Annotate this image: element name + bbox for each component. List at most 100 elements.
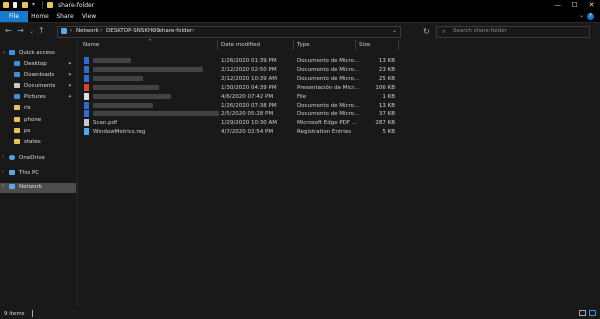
minimize-button[interactable]: — xyxy=(549,0,566,11)
file-date: 2/5/2020 05:28 PM xyxy=(221,111,274,118)
item-count: 9 items xyxy=(4,311,25,317)
chevron-down-icon[interactable]: ⌄ xyxy=(2,49,6,55)
nav-ris[interactable]: ris xyxy=(0,104,76,114)
search-placeholder: Search share-folder xyxy=(453,28,507,34)
file-icon xyxy=(84,83,89,91)
nav-downloads[interactable]: Downloads ✦ xyxy=(0,71,76,81)
file-icon xyxy=(84,57,89,64)
file-row[interactable]: 2/5/2020 05:28 PM Documento de Micro... 37… xyxy=(78,110,398,119)
file-date: 2/12/2020 02:50 PM xyxy=(221,66,277,73)
file-date: 4/7/2020 02:54 PM xyxy=(221,129,274,136)
nav-network[interactable]: › Network xyxy=(0,183,76,193)
column-header-size[interactable]: Size xyxy=(359,42,370,48)
help-icon[interactable]: ? xyxy=(587,13,594,20)
properties-icon[interactable] xyxy=(13,2,17,8)
nav-quick-access[interactable]: ⌄ Quick access xyxy=(0,49,76,59)
up-icon[interactable]: ↑ xyxy=(38,26,45,35)
nav-states[interactable]: states xyxy=(0,138,76,148)
nav-label: Quick access xyxy=(19,50,55,56)
file-type: Documento de Micro... xyxy=(297,102,360,109)
status-divider xyxy=(32,310,33,317)
recent-locations-icon[interactable]: ⌄ xyxy=(29,28,34,35)
nav-pictures[interactable]: Pictures ✦ xyxy=(0,93,76,103)
file-row[interactable]: WindowMetrics.reg 4/7/2020 02:54 PM Regist… xyxy=(78,128,398,137)
file-size: 287 KB xyxy=(375,120,395,127)
redacted-filename xyxy=(93,75,143,81)
chevron-right-icon[interactable]: › xyxy=(2,154,4,160)
file-type: Documento de Micro... xyxy=(297,75,360,82)
file-size: 23 KB xyxy=(378,66,395,73)
breadcrumb-desktop[interactable]: DESKTOP-SNSKHO9 xyxy=(106,28,160,34)
column-header-name[interactable]: Name xyxy=(83,42,99,48)
file-size: 13 KB xyxy=(378,58,395,64)
chevron-right-icon[interactable]: › xyxy=(2,169,4,175)
address-dropdown-icon[interactable]: ⌄ xyxy=(392,27,397,34)
nav-label: This PC xyxy=(19,170,40,176)
file-icon xyxy=(84,65,89,73)
redacted-filename xyxy=(93,84,159,90)
file-size: 25 KB xyxy=(378,75,395,82)
file-row[interactable]: 4/6/2020 07:42 PM File 1 KB xyxy=(78,92,398,102)
large-icons-view-icon[interactable] xyxy=(589,310,596,316)
tab-view[interactable]: View xyxy=(79,11,99,22)
file-row[interactable]: 2/12/2020 02:50 PM Documento de Micro... 2… xyxy=(78,65,398,75)
file-row[interactable]: 1/26/2020 07:38 PM Documento de Micro... 1… xyxy=(78,101,398,111)
maximize-button[interactable]: ☐ xyxy=(566,0,583,11)
address-bar[interactable]: › Network › DESKTOP-SNSKHO9 › share-fold… xyxy=(57,26,401,38)
file-type: Microsoft Edge PDF ... xyxy=(297,120,358,127)
nav-phone[interactable]: phone xyxy=(0,116,76,126)
nav-documents[interactable]: Documents ✦ xyxy=(0,82,76,92)
navigation-pane: ⌄ Quick access Desktop ✦ Downloads ✦ Doc… xyxy=(0,40,76,306)
folder-icon xyxy=(14,128,20,133)
file-date: 4/6/2020 07:42 PM xyxy=(221,93,274,100)
pin-icon: ✦ xyxy=(67,94,72,100)
column-header-date[interactable]: Date modified xyxy=(221,42,260,48)
refresh-icon[interactable]: ↻ xyxy=(423,27,430,36)
nav-label: OneDrive xyxy=(19,155,45,161)
sort-ascending-icon: ^ xyxy=(148,39,153,45)
file-date: 1/29/2020 10:30 AM xyxy=(221,120,278,127)
column-divider[interactable] xyxy=(355,40,356,50)
nav-this-pc[interactable]: › This PC xyxy=(0,169,76,179)
search-box[interactable]: ⌕ Search share-folder xyxy=(436,26,590,38)
search-icon: ⌕ xyxy=(442,28,446,35)
forward-icon[interactable]: → xyxy=(17,26,24,35)
close-button[interactable]: ✕ xyxy=(583,0,600,11)
file-row[interactable]: 1/26/2020 01:39 PM Documento de Micro... 1… xyxy=(78,57,398,66)
new-folder-icon[interactable] xyxy=(22,2,28,8)
file-icon xyxy=(84,74,89,82)
tab-share[interactable]: Share xyxy=(54,11,76,22)
chevron-right-icon[interactable]: › xyxy=(2,183,4,189)
column-divider[interactable] xyxy=(293,40,294,50)
column-divider[interactable] xyxy=(398,40,399,50)
file-size: 1 KB xyxy=(382,93,395,100)
tab-file[interactable]: File xyxy=(0,11,28,22)
address-row: ← → ⌄ ↑ › Network › DESKTOP-SNSKHO9 › sh… xyxy=(0,23,600,39)
column-divider[interactable] xyxy=(217,40,218,50)
pictures-icon xyxy=(14,94,20,99)
file-row[interactable]: 1/30/2020 04:39 PM Presentación de Micr..… xyxy=(78,83,398,93)
file-type: Presentación de Micr... xyxy=(297,84,360,91)
file-row[interactable]: Scan.pdf 1/29/2020 10:30 AM Microsoft Edge… xyxy=(78,119,398,128)
window-title: share-folder xyxy=(58,2,95,9)
folder-icon xyxy=(14,117,20,122)
breadcrumb-share-folder[interactable]: share-folder xyxy=(159,28,192,34)
tab-home[interactable]: Home xyxy=(29,11,51,22)
desktop-icon xyxy=(14,61,20,66)
expand-ribbon-icon[interactable]: ⌄ xyxy=(579,12,584,19)
column-header-type[interactable]: Type xyxy=(297,42,310,48)
nav-desktop[interactable]: Desktop ✦ xyxy=(0,60,76,70)
breadcrumb-separator-icon: › xyxy=(153,27,156,34)
file-type: File xyxy=(297,93,307,100)
breadcrumb-network[interactable]: Network xyxy=(76,28,99,34)
details-view-icon[interactable] xyxy=(579,310,586,316)
file-row[interactable]: 2/12/2020 10:39 AM Documento de Micro... 2… xyxy=(78,74,398,84)
quick-access-toolbar-dropdown-icon[interactable]: ▾ xyxy=(32,1,35,8)
file-date: 1/30/2020 04:39 PM xyxy=(221,84,277,91)
breadcrumb-separator-icon: › xyxy=(100,27,103,34)
nav-label: phone xyxy=(24,117,42,123)
nav-ps[interactable]: ps xyxy=(0,127,76,137)
nav-onedrive[interactable]: › OneDrive xyxy=(0,154,76,164)
back-icon[interactable]: ← xyxy=(5,26,12,35)
folder-icon xyxy=(3,2,9,8)
